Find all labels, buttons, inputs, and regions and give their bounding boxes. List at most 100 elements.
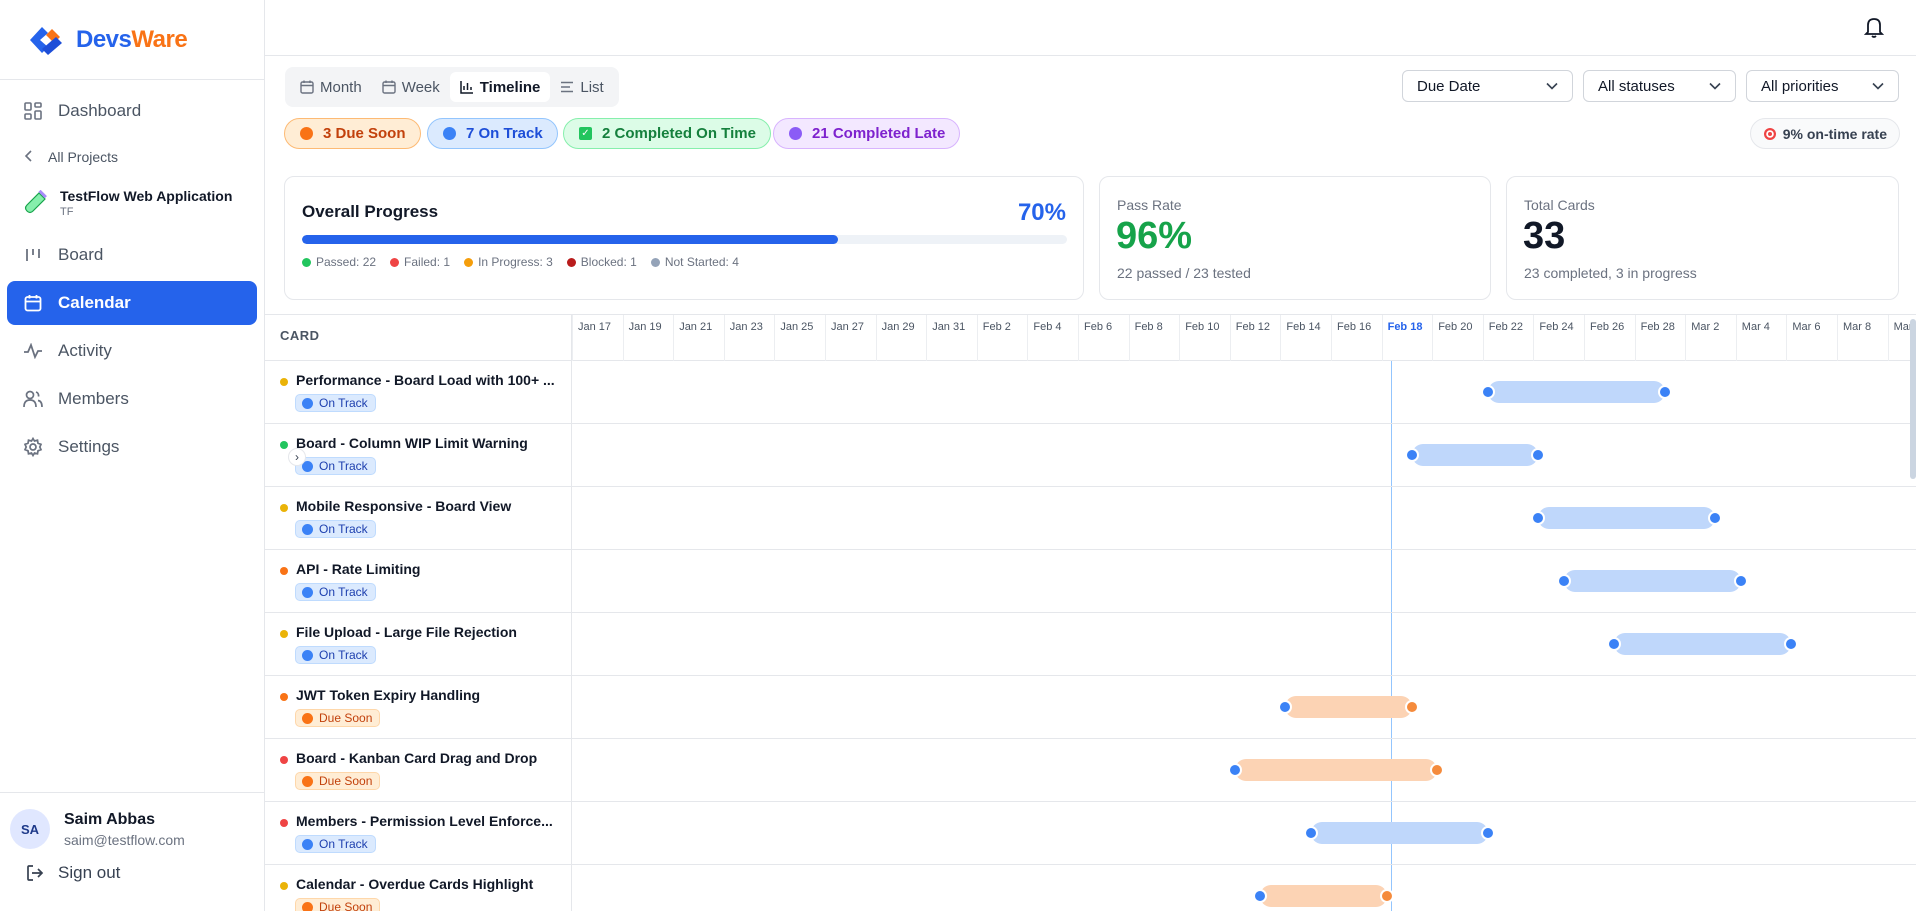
start-date-handle[interactable] (1531, 511, 1546, 525)
nav-calendar[interactable]: Calendar (7, 281, 257, 325)
timeline-scrollbar[interactable] (1910, 319, 1916, 479)
timeline-bar[interactable] (1227, 759, 1445, 781)
timeline-bar[interactable] (1278, 696, 1419, 718)
timeline-date-label: Feb 6 (1078, 315, 1129, 361)
timeline-row[interactable]: Calendar - Overdue Cards Highlight Due So… (265, 865, 1916, 911)
timeline-bar[interactable] (1253, 885, 1394, 907)
timeline-row[interactable]: Mobile Responsive - Board View On Track (265, 487, 1916, 550)
tab-timeline[interactable]: Timeline (449, 72, 551, 102)
pass-rate-value: 96% (1116, 215, 1193, 257)
timeline-row[interactable]: Board - Kanban Card Drag and Drop Due Soo… (265, 739, 1916, 802)
list-icon (561, 81, 574, 93)
due-date-handle[interactable] (1733, 574, 1748, 588)
status-filter-select[interactable]: All statuses (1583, 70, 1736, 102)
status-dot-icon (302, 649, 313, 661)
status-dot-icon (302, 775, 313, 787)
nav-settings-label: Settings (58, 437, 120, 456)
card-title[interactable]: Board - Kanban Card Drag and Drop (296, 750, 537, 766)
card-title[interactable]: Members - Permission Level Enforce... (296, 813, 553, 829)
overall-progress-card: Overall Progress 70% Passed: 22 Failed: … (284, 176, 1084, 300)
status-badge-label: On Track (319, 522, 368, 536)
timeline-row[interactable]: Members - Permission Level Enforce... On … (265, 802, 1916, 865)
start-date-handle[interactable] (1227, 763, 1242, 777)
timeline-bar[interactable] (1556, 570, 1748, 592)
card-title[interactable]: Performance - Board Load with 100+ ... (296, 372, 555, 388)
timeline-date-label: Feb 4 (1027, 315, 1078, 361)
card-column-header: CARD (280, 328, 320, 343)
avatar[interactable]: SA (10, 809, 50, 849)
due-date-handle[interactable] (1430, 763, 1445, 777)
all-projects-link[interactable]: All Projects (7, 139, 257, 175)
due-date-handle[interactable] (1708, 511, 1723, 525)
priority-filter-select[interactable]: All priorities (1746, 70, 1899, 102)
completed-on-time-pill[interactable]: ✓ 2 Completed On Time (563, 118, 771, 149)
on-track-dot-icon (443, 127, 456, 140)
due-date-handle[interactable] (1480, 826, 1495, 840)
due-date-handle[interactable] (1784, 637, 1799, 651)
tab-month[interactable]: Month (290, 72, 372, 102)
tab-list[interactable]: List (550, 72, 613, 102)
card-title[interactable]: Board - Column WIP Limit Warning (296, 435, 528, 451)
nav-dashboard-label: Dashboard (58, 101, 142, 120)
card-title[interactable]: API - Rate Limiting (296, 561, 420, 577)
due-date-handle[interactable] (1531, 448, 1546, 462)
nav-board[interactable]: Board (7, 233, 257, 277)
due-soon-label: 3 Due Soon (323, 125, 406, 142)
overall-progress-fill (302, 235, 838, 244)
status-badge: On Track (295, 457, 376, 475)
current-project[interactable]: TestFlow Web Application TF (0, 175, 264, 231)
user-panel: SA Saim Abbas saim@testflow.com Sign out (0, 792, 264, 899)
status-dot-icon (302, 523, 313, 535)
timeline-bar[interactable] (1303, 822, 1495, 844)
nav-settings[interactable]: Settings (7, 425, 257, 469)
start-date-handle[interactable] (1607, 637, 1622, 651)
sort-select[interactable]: Due Date (1402, 70, 1573, 102)
priority-dot-icon (280, 441, 288, 449)
timeline-bar[interactable] (1607, 633, 1799, 655)
timeline-row[interactable]: Board - Column WIP Limit Warning On Track (265, 424, 1916, 487)
completed-late-pill[interactable]: 21 Completed Late (773, 118, 961, 149)
status-badge-label: Due Soon (319, 774, 373, 788)
expand-row-chevron-icon[interactable]: › (288, 448, 306, 466)
start-date-handle[interactable] (1253, 889, 1268, 903)
status-dot-icon (302, 586, 313, 598)
timeline-date-label: Jan 17 (572, 315, 623, 361)
start-date-handle[interactable] (1404, 448, 1419, 462)
timeline-date-label: Mar 6 (1786, 315, 1837, 361)
card-title[interactable]: Calendar - Overdue Cards Highlight (296, 876, 533, 892)
card-title[interactable]: JWT Token Expiry Handling (296, 687, 480, 703)
nav-dashboard[interactable]: Dashboard (7, 89, 257, 133)
sort-select-value: Due Date (1417, 77, 1481, 95)
timeline-bar[interactable] (1480, 381, 1672, 403)
card-title[interactable]: Mobile Responsive - Board View (296, 498, 511, 514)
timeline-row[interactable]: JWT Token Expiry Handling Due Soon (265, 676, 1916, 739)
timeline-row[interactable]: Performance - Board Load with 100+ ... On… (265, 361, 1916, 424)
total-cards-card: Total Cards 33 23 completed, 3 in progre… (1506, 176, 1899, 300)
card-title[interactable]: File Upload - Large File Rejection (296, 624, 517, 640)
notifications-bell-icon[interactable] (1863, 16, 1886, 38)
due-date-handle[interactable] (1404, 700, 1419, 714)
start-date-handle[interactable] (1303, 826, 1318, 840)
legend-blocked: Blocked: 1 (566, 255, 637, 269)
due-soon-pill[interactable]: 3 Due Soon (284, 118, 421, 149)
tab-week[interactable]: Week (372, 72, 450, 102)
due-date-handle[interactable] (1379, 889, 1394, 903)
status-dot-icon (302, 397, 313, 409)
sign-out-button[interactable]: Sign out (10, 863, 254, 883)
timeline-row[interactable]: File Upload - Large File Rejection On Tra… (265, 613, 1916, 676)
timeline-bar[interactable] (1404, 444, 1546, 466)
timeline-date-label: Feb 22 (1482, 315, 1534, 361)
on-track-pill[interactable]: 7 On Track (427, 118, 558, 149)
pass-rate-label: Pass Rate (1117, 197, 1182, 213)
nav-members[interactable]: Members (7, 377, 257, 421)
timeline-row[interactable]: API - Rate Limiting On Track (265, 550, 1916, 613)
timeline-bar[interactable] (1531, 507, 1723, 529)
due-date-handle[interactable] (1657, 385, 1672, 399)
start-date-handle[interactable] (1556, 574, 1571, 588)
start-date-handle[interactable] (1480, 385, 1495, 399)
tab-month-label: Month (320, 78, 362, 96)
brand-logo[interactable]: DevsWare (0, 0, 264, 80)
start-date-handle[interactable] (1278, 700, 1293, 714)
nav-activity[interactable]: Activity (7, 329, 257, 373)
status-dot-icon (302, 838, 313, 850)
